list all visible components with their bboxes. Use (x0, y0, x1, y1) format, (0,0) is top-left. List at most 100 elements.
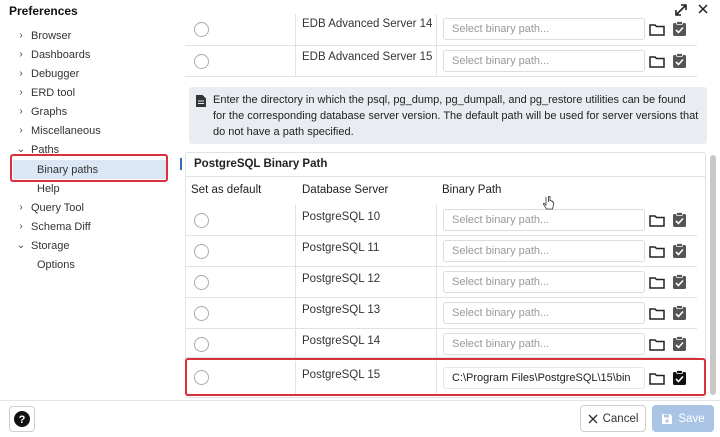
vertical-scrollbar[interactable] (710, 155, 716, 395)
tree-item-browser[interactable]: › Browser (15, 26, 71, 45)
binary-path-input[interactable]: Select binary path... (443, 209, 645, 231)
binary-path-input[interactable]: Select binary path... (443, 333, 645, 355)
folder-icon[interactable] (649, 55, 665, 68)
folder-icon[interactable] (649, 214, 665, 227)
default-radio[interactable] (194, 54, 209, 69)
chevron-right-icon: › (19, 49, 23, 60)
validate-check-icon[interactable] (672, 370, 687, 386)
default-radio[interactable] (194, 275, 209, 290)
chevron-right-icon: › (19, 106, 23, 117)
table-row-edb-14: EDB Advanced Server 14 Select binary pat… (185, 14, 697, 46)
tree-item-query-tool[interactable]: › Query Tool (15, 198, 84, 217)
tree-item-erd-tool[interactable]: › ERD tool (15, 83, 75, 102)
table-row-pg-15: PostgreSQL 15 C:\Program Files\PostgreSQ… (185, 361, 697, 394)
column-divider (436, 361, 437, 394)
table-row-edb-15: EDB Advanced Server 15 Select binary pat… (185, 46, 697, 77)
validate-check-icon[interactable] (672, 53, 687, 69)
tree-item-label: Miscellaneous (31, 124, 101, 137)
tree-item-help[interactable]: Help (37, 179, 60, 198)
binary-path-input[interactable]: Select binary path... (443, 271, 645, 293)
server-name: PostgreSQL 13 (302, 304, 381, 316)
server-name: PostgreSQL 10 (302, 211, 381, 223)
column-divider (295, 236, 296, 266)
tree-item-schema-diff[interactable]: › Schema Diff (15, 217, 91, 236)
validate-check-icon[interactable] (672, 336, 687, 352)
tree-item-label: Schema Diff (31, 220, 91, 233)
folder-icon[interactable] (649, 307, 665, 320)
tree-item-label: Binary paths (37, 163, 99, 176)
help-icon: ? (14, 411, 30, 427)
binary-path-input[interactable]: Select binary path... (443, 18, 645, 40)
default-radio[interactable] (194, 306, 209, 321)
validate-check-icon[interactable] (672, 21, 687, 37)
close-icon (588, 414, 598, 423)
chevron-right-icon: › (19, 87, 23, 98)
chevron-right-icon: › (19, 68, 23, 79)
validate-check-icon[interactable] (672, 212, 687, 228)
column-divider (295, 267, 296, 297)
tree-item-miscellaneous[interactable]: › Miscellaneous (15, 121, 101, 140)
table-row-pg-11: PostgreSQL 11 Select binary path... (185, 236, 697, 267)
save-button-label: Save (678, 412, 705, 425)
folder-icon[interactable] (649, 23, 665, 36)
folder-icon[interactable] (649, 372, 665, 385)
tree-item-binary-paths[interactable]: Binary paths (13, 160, 166, 179)
server-name: PostgreSQL 15 (302, 369, 381, 381)
column-divider (436, 205, 437, 235)
chevron-down-icon: ⌄ (16, 240, 26, 251)
chevron-right-icon: › (19, 202, 23, 213)
column-divider (436, 267, 437, 297)
table-row-pg-12: PostgreSQL 12 Select binary path... (185, 267, 697, 298)
save-button[interactable]: Save (652, 405, 714, 432)
column-divider (295, 329, 296, 357)
validate-check-icon[interactable] (672, 305, 687, 321)
table-row-pg-14: PostgreSQL 14 Select binary path... (185, 329, 697, 358)
validate-check-icon[interactable] (672, 274, 687, 290)
cancel-button-label: Cancel (602, 412, 639, 425)
binary-path-input[interactable]: Select binary path... (443, 240, 645, 262)
default-radio[interactable] (194, 213, 209, 228)
table-row-pg-10: PostgreSQL 10 Select binary path... (185, 205, 697, 236)
tree-item-paths[interactable]: ⌄ Paths (15, 140, 59, 159)
close-icon[interactable] (695, 3, 711, 19)
folder-icon[interactable] (649, 338, 665, 351)
folder-icon[interactable] (649, 245, 665, 258)
section-title: PostgreSQL Binary Path (194, 158, 328, 170)
tree-item-label: Paths (31, 143, 60, 156)
column-divider (295, 298, 296, 328)
hand-cursor-icon (542, 195, 554, 212)
server-name: PostgreSQL 12 (302, 273, 381, 285)
binary-path-input[interactable]: C:\Program Files\PostgreSQL\15\bin (443, 367, 645, 389)
column-header-default: Set as default (191, 184, 262, 196)
binary-path-input[interactable]: Select binary path... (443, 50, 645, 72)
folder-icon[interactable] (649, 276, 665, 289)
svg-text:?: ? (19, 414, 26, 426)
chevron-right-icon: › (19, 221, 23, 232)
server-name: PostgreSQL 14 (302, 335, 381, 347)
tree-item-label: ERD tool (31, 86, 76, 99)
column-divider (295, 361, 296, 394)
tree-item-debugger[interactable]: › Debugger (15, 64, 79, 83)
tree-item-dashboards[interactable]: › Dashboards (15, 45, 90, 64)
default-radio[interactable] (194, 337, 209, 352)
binary-path-input[interactable]: Select binary path... (443, 302, 645, 324)
tree-item-storage[interactable]: ⌄ Storage (15, 236, 70, 255)
column-divider (436, 329, 437, 357)
tree-item-options[interactable]: Options (37, 255, 75, 274)
column-divider (295, 46, 296, 76)
chevron-down-icon: ⌄ (16, 144, 26, 155)
server-name: EDB Advanced Server 15 (302, 51, 433, 63)
preferences-tree: › Browser › Dashboards › Debugger › ERD tool… (0, 22, 180, 400)
cancel-button[interactable]: Cancel (580, 405, 646, 432)
validate-check-icon[interactable] (672, 243, 687, 259)
default-radio[interactable] (194, 244, 209, 259)
help-button[interactable]: ? (9, 406, 35, 432)
column-header-path: Binary Path (442, 184, 502, 196)
save-icon (662, 413, 673, 424)
default-radio[interactable] (194, 370, 209, 385)
chevron-right-icon: › (19, 125, 23, 136)
info-text: Enter the directory in which the psql, p… (213, 94, 699, 138)
tree-item-graphs[interactable]: › Graphs (15, 102, 67, 121)
column-header-server: Database Server (302, 184, 389, 196)
default-radio[interactable] (194, 22, 209, 37)
